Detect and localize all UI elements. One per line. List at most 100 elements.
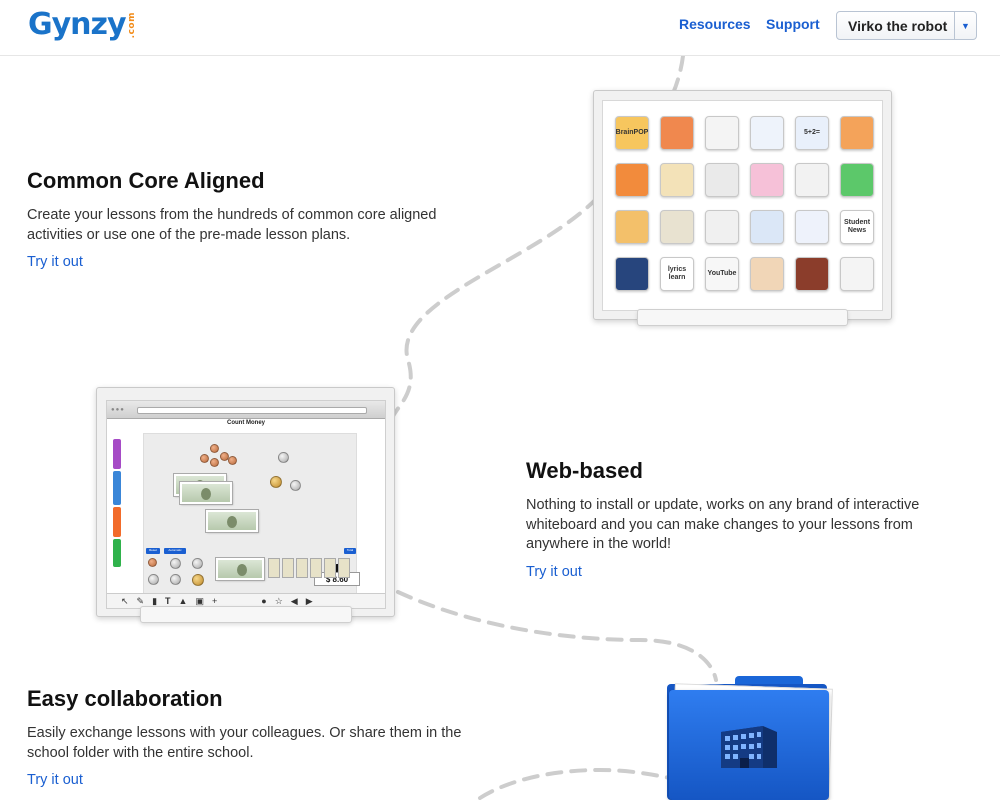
text-tool-icon[interactable]: T [165,596,171,606]
app-tile-label [706,117,738,149]
app-tile-label [661,211,693,243]
app-tile-label [751,117,783,149]
total-mini-button[interactable]: Total [344,548,356,554]
prev-page-icon[interactable]: ◀ [291,596,298,607]
app-tile[interactable] [615,257,649,291]
penny-coin [210,458,219,467]
app-tile[interactable] [750,116,784,150]
money-workspace: $ 8.60 Reset Automatic Total [143,433,360,603]
app-tile[interactable] [705,116,739,150]
next-page-icon[interactable]: ▶ [306,596,313,607]
quarter-coin [290,480,301,491]
app-tile-label [751,258,783,290]
app-tile[interactable] [840,257,874,291]
app-tile-label: Student News [843,219,871,234]
app-tile[interactable] [615,210,649,244]
app-tile[interactable]: YouTube [705,257,739,291]
eraser-tool-icon[interactable]: ▮ [152,596,157,607]
star-icon[interactable]: ☆ [275,596,283,607]
image-tool-icon[interactable]: ▣ [195,596,204,607]
bill-stack-item [282,558,294,578]
dime-coin [278,452,289,463]
app-tile[interactable] [750,257,784,291]
app-tile[interactable] [795,210,829,244]
automatic-mini-button[interactable]: Automatic [164,548,186,554]
app-tile[interactable]: lyrics learn [660,257,694,291]
folder-front [669,690,829,800]
try-it-out-link[interactable]: Try it out [27,254,83,270]
app-tile[interactable] [615,163,649,197]
reset-mini-button[interactable]: Reset [146,548,160,554]
app-tile[interactable] [840,116,874,150]
app-tile-label [661,164,693,196]
shapes-tool-icon[interactable]: ▲ [179,596,188,606]
gold-coin [270,476,282,488]
app-tile[interactable] [750,210,784,244]
monitor-screen: ●●● Count Money $ 8.60 Reset Automatic T… [106,400,386,609]
pen-tool-icon[interactable]: ✎ [137,596,145,607]
app-tile[interactable] [840,163,874,197]
try-it-out-link[interactable]: Try it out [526,564,582,580]
app-tile[interactable] [705,210,739,244]
pointer-tool-icon[interactable]: ↖ [121,596,129,607]
browser-url-bar [137,407,367,414]
nav-support-link[interactable]: Support [766,16,820,32]
penny-coin [228,456,237,465]
app-tile[interactable] [660,116,694,150]
gynzy-logo[interactable]: Gynzy .com [28,6,137,46]
app-tile-label [706,211,738,243]
side-tab-purple [113,439,121,469]
app-tile[interactable] [705,163,739,197]
five-dollar-bill [205,509,259,533]
app-tile-grid: BrainPOP 5+2= Student News lyrics learn YouT… [615,116,874,291]
feature-easy-collaboration: Easy collaboration Easily exchange lesso… [27,686,477,789]
app-tile[interactable] [750,163,784,197]
penny-coin [148,558,157,567]
app-tile-label: BrainPOP [615,129,649,136]
gold-coin [192,574,204,586]
bill-stack-item [338,558,350,578]
monitor-count-money-illustration: ●●● Count Money $ 8.60 Reset Automatic T… [96,387,395,617]
add-tool-icon[interactable]: + [212,596,217,606]
app-tile-label [796,258,828,290]
nickel-coin [192,558,203,569]
app-tile-label: 5+2= [804,129,820,136]
penny-coin [210,444,219,453]
school-building-icon [721,726,777,768]
app-tile[interactable] [660,163,694,197]
nav-resources-link[interactable]: Resources [679,16,751,32]
user-name-label: Virko the robot [848,17,948,34]
feature-web-based: Web-based Nothing to install or update, … [526,458,956,581]
dollar-bill [179,481,233,505]
monitor-stand [637,309,848,326]
app-tile-label [616,211,648,243]
app-tile[interactable] [660,210,694,244]
top-header: Gynzy .com Resources Support Virko the r… [0,0,1000,56]
user-menu-button[interactable]: Virko the robot ▼ [836,11,977,40]
help-icon[interactable]: ● [261,596,266,606]
app-tile[interactable]: Student News [840,210,874,244]
side-tab-green [113,539,121,567]
app-tile-label [706,164,738,196]
app-tile[interactable] [795,257,829,291]
monitor-screen: BrainPOP 5+2= Student News lyrics learn YouT… [602,100,883,311]
logo-wordmark: Gynzy [28,6,127,44]
app-tile-label [841,164,873,196]
quarter-coin [148,574,159,585]
logo-suffix: .com [126,12,137,39]
logo-letters: Gynzy [28,7,127,42]
caret-down-icon[interactable]: ▼ [954,12,976,39]
app-tile-label [796,164,828,196]
feature-description: Nothing to install or update, works on a… [526,497,920,552]
feature-common-core: Common Core Aligned Create your lessons … [27,168,477,271]
app-tile[interactable]: BrainPOP [615,116,649,150]
monitor-app-grid-illustration: BrainPOP 5+2= Student News lyrics learn YouT… [593,90,892,320]
try-it-out-link[interactable]: Try it out [27,772,83,788]
app-tile[interactable] [795,163,829,197]
school-folder-icon [667,676,833,800]
browser-toolbar: ●●● [107,401,385,419]
app-tile[interactable]: 5+2= [795,116,829,150]
side-tab-blue [113,471,121,505]
app-tile-label [841,258,873,290]
bill-stack-item [324,558,336,578]
